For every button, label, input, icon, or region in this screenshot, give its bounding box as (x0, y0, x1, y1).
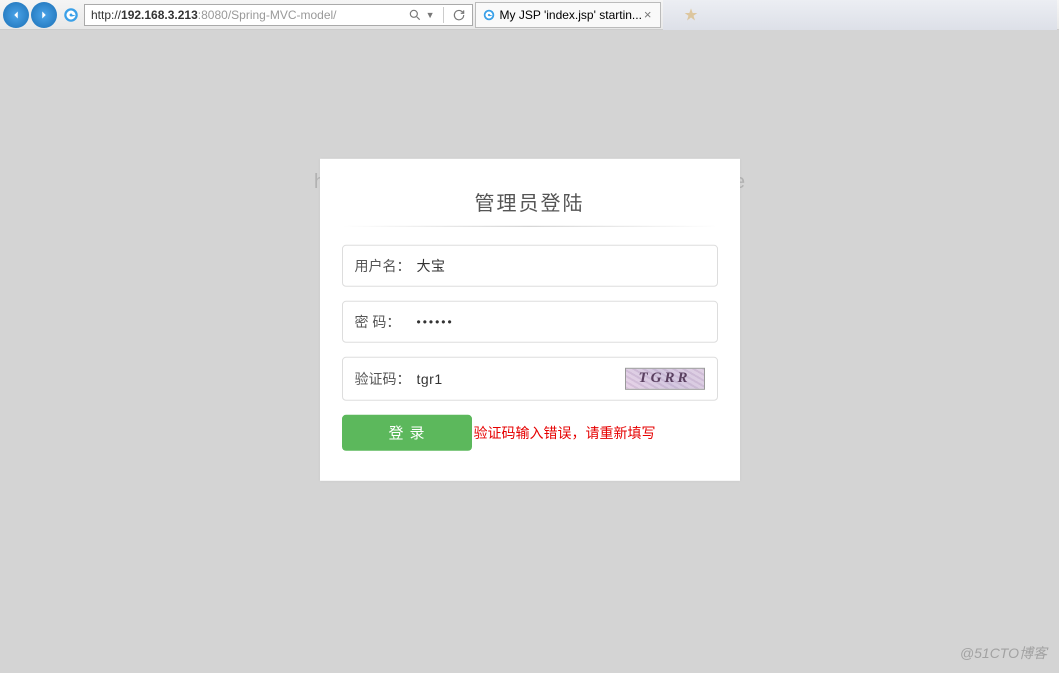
back-button[interactable] (3, 2, 29, 28)
captcha-row: 验证码： TGRR (342, 356, 718, 400)
ie-icon (482, 8, 496, 22)
login-button[interactable]: 登录 (342, 414, 472, 450)
url-path: /Spring-MVC-model/ (228, 8, 337, 22)
url-host: 192.168.3.213 (121, 8, 198, 22)
password-row: 密 码： (342, 300, 718, 342)
login-form: 管理员登陆 用户名： 密 码： 验证码： TGRR 登录 验证码输入错误，请重新… (320, 158, 740, 480)
refresh-icon[interactable] (452, 8, 466, 22)
username-label: 用户名： (355, 255, 417, 275)
address-bar-controls: ▼ (408, 7, 466, 23)
close-tab-icon[interactable]: × (642, 7, 654, 22)
login-title: 管理员登陆 (342, 186, 718, 215)
browser-toolbar: http://192.168.3.213:8080/Spring-MVC-mod… (0, 0, 1059, 30)
password-input[interactable] (417, 314, 705, 328)
url-port: :8080 (198, 8, 228, 22)
browser-tab[interactable]: My JSP 'index.jsp' startin... × (475, 2, 661, 28)
dropdown-icon[interactable]: ▼ (426, 10, 435, 20)
captcha-input[interactable] (417, 370, 625, 386)
page-content: http://blog.csdn.net/dfBeautifulLive 管理员… (0, 30, 1059, 673)
star-icon[interactable] (683, 7, 699, 23)
toolbar-overflow (663, 0, 1058, 30)
captcha-image-text: TGRR (638, 370, 690, 387)
captcha-image[interactable]: TGRR (625, 367, 705, 389)
password-label: 密 码： (355, 311, 417, 331)
captcha-label: 验证码： (355, 368, 417, 388)
forward-button[interactable] (31, 2, 57, 28)
address-bar[interactable]: http://192.168.3.213:8080/Spring-MVC-mod… (84, 4, 473, 26)
username-row: 用户名： (342, 244, 718, 286)
tab-title: My JSP 'index.jsp' startin... (500, 8, 642, 22)
error-message: 验证码输入错误，请重新填写 (474, 422, 656, 442)
submit-row: 登录 验证码输入错误，请重新填写 (342, 414, 718, 450)
username-input[interactable] (417, 257, 705, 273)
search-icon[interactable] (408, 8, 422, 22)
bottom-watermark: @51CTO博客 (960, 643, 1047, 663)
title-divider (342, 225, 718, 226)
ie-icon (62, 6, 80, 24)
url-prefix: http:// (91, 8, 121, 22)
divider (443, 7, 444, 23)
